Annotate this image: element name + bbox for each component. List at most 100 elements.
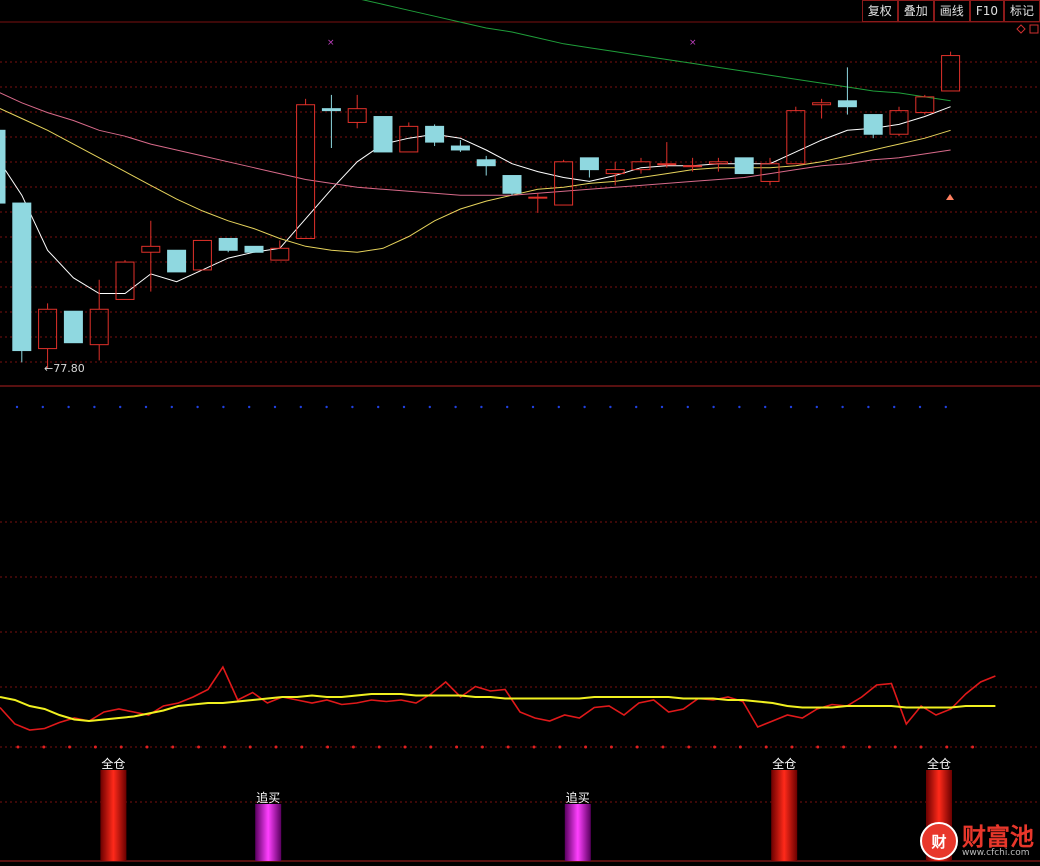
candle[interactable] <box>167 249 187 273</box>
level-dot <box>945 745 949 749</box>
candle[interactable] <box>657 142 677 168</box>
diamond-icon[interactable] <box>1016 24 1026 34</box>
level-dot <box>119 745 123 749</box>
logo-text: 财富池 www.cfchi.com <box>962 825 1034 858</box>
candle[interactable] <box>141 220 161 292</box>
candle[interactable] <box>502 175 522 196</box>
signal-bar[interactable] <box>771 770 798 861</box>
signal-bar[interactable] <box>100 770 127 861</box>
overlay-button[interactable]: 叠加 <box>897 0 934 22</box>
candle-body-down <box>63 310 83 344</box>
watermark-logo: 财 财富池 www.cfchi.com <box>920 822 1034 860</box>
blue-dot <box>170 405 173 409</box>
candle[interactable] <box>450 140 470 152</box>
candle-body-up <box>192 239 212 271</box>
level-dot <box>351 745 355 749</box>
signal-bar[interactable] <box>255 804 282 861</box>
mark-button[interactable]: 标记 <box>1003 0 1040 22</box>
candle[interactable] <box>889 106 909 137</box>
candle[interactable] <box>12 202 32 363</box>
blue-dot <box>712 405 715 409</box>
level-dot <box>68 745 72 749</box>
candle[interactable] <box>631 157 651 174</box>
candle[interactable] <box>192 239 212 271</box>
candle-body-up <box>270 247 290 261</box>
blue-dot <box>918 405 922 409</box>
blue-dot <box>402 405 406 409</box>
blue-dot <box>867 405 870 409</box>
candle[interactable] <box>63 310 83 344</box>
signal-label: 全仓 <box>772 756 796 771</box>
blue-dot <box>325 405 328 409</box>
candle-body-up <box>915 96 935 114</box>
level-dot <box>713 745 717 749</box>
candle-body-down <box>734 157 754 175</box>
candle-body-up <box>141 245 161 253</box>
candle[interactable] <box>476 155 496 176</box>
candle[interactable] <box>941 51 961 92</box>
candle[interactable] <box>528 193 548 213</box>
level-dot <box>42 745 46 749</box>
candle[interactable] <box>863 114 883 139</box>
f10-button[interactable]: F10 <box>969 0 1004 22</box>
level-dot <box>145 745 149 749</box>
level-dot <box>377 745 381 749</box>
draw-line-button[interactable]: 画线 <box>933 0 970 22</box>
blue-dot <box>196 405 199 409</box>
candle[interactable] <box>554 159 574 206</box>
candle-body-down <box>579 157 599 171</box>
blue-dot <box>144 405 148 409</box>
ma5-line <box>0 106 951 294</box>
candle-body-up <box>941 55 961 92</box>
blue-dot <box>789 405 793 409</box>
level-dot <box>300 745 304 749</box>
candle[interactable] <box>0 113 6 204</box>
candle-body-up <box>347 108 367 123</box>
candle[interactable] <box>244 245 264 253</box>
blue-dot <box>377 405 380 409</box>
indicator-panel[interactable]: 全仓追买 追买 全仓 全仓 <box>0 665 996 861</box>
candle[interactable] <box>734 157 754 175</box>
signal-label: 全仓 <box>101 756 125 771</box>
candle[interactable] <box>296 98 316 239</box>
stock-chart[interactable]: ←77.80 × × 全仓追买 追买 全仓 全仓 <box>0 0 1040 866</box>
candle[interactable] <box>425 124 445 147</box>
signal-bar[interactable] <box>564 804 591 861</box>
candle[interactable] <box>812 98 832 119</box>
signal-label: 追买 <box>566 790 590 805</box>
candle[interactable] <box>218 237 238 253</box>
blue-dot <box>67 405 70 409</box>
blue-dot <box>299 405 302 409</box>
logo-badge-icon: 财 <box>920 822 958 860</box>
level-dot <box>687 745 691 749</box>
candle[interactable] <box>579 157 599 178</box>
candle[interactable] <box>38 303 58 369</box>
fuquan-button[interactable]: 复权 <box>861 0 898 22</box>
candle[interactable] <box>373 116 393 153</box>
signal-label: 全仓 <box>927 756 951 771</box>
blue-dot <box>815 405 818 409</box>
candle[interactable] <box>321 94 341 148</box>
candle-body-down <box>12 202 32 352</box>
candle[interactable] <box>89 279 109 361</box>
marker-dots <box>15 405 947 409</box>
blue-dot <box>351 405 354 409</box>
candle-body-up <box>708 161 728 165</box>
blue-dot <box>480 405 483 409</box>
price-panel[interactable]: ←77.80 × × <box>0 0 1039 375</box>
candle-body-down <box>502 175 522 194</box>
level-dot <box>738 745 742 749</box>
candle[interactable] <box>708 157 728 172</box>
candle[interactable] <box>270 240 290 261</box>
level-dot <box>455 745 459 749</box>
toolbar: 复权 叠加 画线 F10 标记 <box>861 0 1040 22</box>
candle[interactable] <box>837 67 857 115</box>
blue-dot <box>15 405 19 409</box>
blue-dot <box>222 405 225 409</box>
low-price-label: ←77.80 <box>44 362 85 375</box>
square-icon[interactable] <box>1029 24 1039 34</box>
signal-label: 追买 <box>256 790 280 805</box>
level-dot <box>326 745 330 749</box>
level-dot <box>558 745 562 749</box>
candle-body-down <box>218 237 238 251</box>
